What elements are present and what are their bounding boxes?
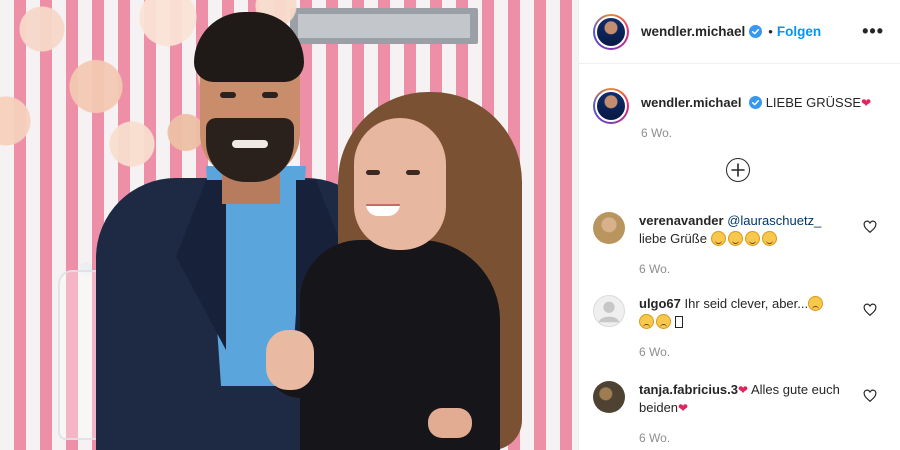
tired-emoji-icon bbox=[656, 314, 671, 329]
caption-heart-emoji: ❤ bbox=[861, 96, 872, 110]
comment-timestamp[interactable]: 6 Wo. bbox=[639, 343, 849, 361]
comment-username[interactable]: verenavander bbox=[639, 213, 724, 228]
comment-mention-link[interactable]: @lauraschuetz_ bbox=[727, 213, 821, 228]
comment-heart-emoji: ❤ bbox=[737, 383, 749, 397]
post-photo[interactable] bbox=[0, 0, 578, 450]
man-eye-right bbox=[262, 92, 278, 98]
comments-list: verenavander @lauraschuetz_ liebe Grüße … bbox=[593, 212, 889, 450]
author-avatar-image bbox=[595, 15, 627, 48]
comment-timestamp[interactable]: 6 Wo. bbox=[639, 429, 849, 447]
post-side-panel: wendler.michael • Folgen ••• wendler.mic… bbox=[578, 0, 900, 450]
post-header: wendler.michael • Folgen ••• bbox=[579, 0, 900, 64]
caption-timestamp[interactable]: 6 Wo. bbox=[641, 124, 871, 142]
woman-face bbox=[354, 118, 446, 250]
comment-username[interactable]: ulgo67 bbox=[639, 296, 681, 311]
caption-avatar-image bbox=[595, 90, 627, 122]
like-heart-icon[interactable] bbox=[863, 220, 877, 234]
comment-avatar[interactable] bbox=[593, 381, 625, 413]
caption-body: wendler.michael LIEBE GRÜSSE❤ 6 Wo. bbox=[641, 88, 871, 142]
comment-username[interactable]: tanja.fabricius.3 bbox=[639, 382, 738, 397]
verified-badge-icon bbox=[749, 96, 763, 109]
header-separator: • bbox=[768, 24, 773, 39]
grinning-sweat-emoji-icon bbox=[710, 231, 726, 246]
man-smile bbox=[232, 140, 268, 148]
caption-avatar[interactable] bbox=[593, 88, 629, 124]
comment-timestamp[interactable]: 6 Wo. bbox=[639, 260, 849, 278]
woman-hand bbox=[266, 330, 314, 390]
instagram-post: wendler.michael • Folgen ••• wendler.mic… bbox=[0, 0, 900, 450]
comment-body: tanja.fabricius.3❤ Alles gute euch beide… bbox=[639, 381, 849, 450]
caption-text: LIEBE GRÜSSE bbox=[765, 95, 862, 110]
comment-heart-emoji: ❤ bbox=[678, 401, 689, 415]
comment-body: ulgo67 Ihr seid clever, aber... 6 Wo. bbox=[639, 295, 849, 381]
author-username[interactable]: wendler.michael bbox=[641, 24, 745, 39]
more-options-icon[interactable]: ••• bbox=[862, 21, 884, 42]
woman-eye-left bbox=[366, 170, 380, 175]
unsupported-glyph-icon bbox=[675, 316, 683, 328]
grinning-sweat-emoji-icon bbox=[727, 231, 743, 246]
like-heart-icon[interactable] bbox=[863, 389, 877, 403]
comment-item: verenavander @lauraschuetz_ liebe Grüße … bbox=[593, 212, 889, 295]
grinning-sweat-emoji-icon bbox=[761, 231, 777, 246]
frowning-emoji-icon bbox=[808, 296, 824, 311]
comment-avatar-default[interactable] bbox=[593, 295, 625, 327]
man-hand bbox=[428, 408, 472, 438]
man-eye-left bbox=[220, 92, 236, 98]
load-more-comments-button[interactable] bbox=[726, 158, 750, 182]
comment-body: verenavander @lauraschuetz_ liebe Grüße … bbox=[639, 212, 849, 295]
woman-eye-right bbox=[406, 170, 420, 175]
comment-avatar[interactable] bbox=[593, 212, 625, 244]
comment-item: tanja.fabricius.3❤ Alles gute euch beide… bbox=[593, 381, 889, 450]
follow-button[interactable]: Folgen bbox=[777, 24, 821, 39]
default-user-icon bbox=[598, 301, 620, 323]
caption-username[interactable]: wendler.michael bbox=[641, 95, 741, 110]
verified-badge-icon bbox=[749, 25, 763, 38]
post-caption: wendler.michael LIEBE GRÜSSE❤ 6 Wo. bbox=[579, 64, 900, 142]
persevering-emoji-icon bbox=[639, 314, 654, 329]
comment-text: liebe Grüße bbox=[639, 231, 707, 246]
grinning-sweat-emoji-icon bbox=[744, 231, 760, 246]
comment-text: Ihr seid clever, aber... bbox=[684, 296, 809, 311]
comment-item: ulgo67 Ihr seid clever, aber... 6 Wo. bbox=[593, 295, 889, 381]
author-avatar[interactable] bbox=[593, 13, 629, 50]
plus-icon bbox=[731, 163, 745, 177]
like-heart-icon[interactable] bbox=[863, 303, 877, 317]
